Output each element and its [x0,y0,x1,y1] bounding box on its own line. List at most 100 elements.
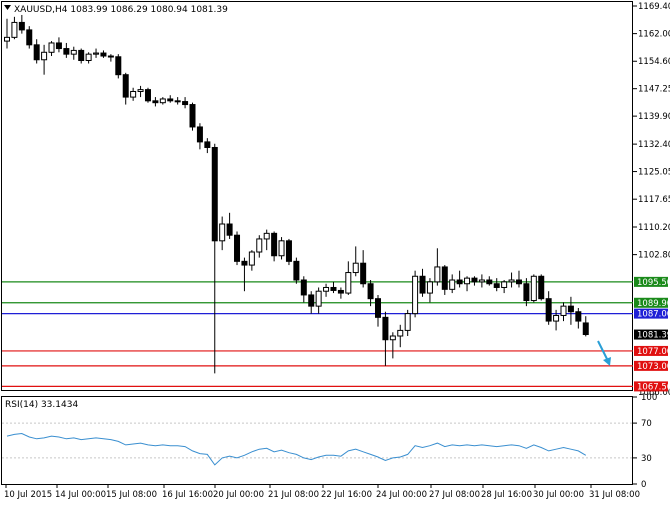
candle[interactable] [70,46,77,60]
candle[interactable] [508,272,515,288]
candle[interactable] [486,276,493,286]
candle[interactable] [285,238,292,266]
candle[interactable] [382,311,389,366]
rsi-layer [2,422,633,466]
candle[interactable] [55,37,62,53]
candle[interactable] [449,274,456,294]
chart-window: 1169.40 1162.00 1154.60 1147.25 1139.90 1132.… [0,0,670,502]
candle[interactable] [493,278,500,292]
candle[interactable] [441,265,448,295]
candle[interactable] [308,291,315,314]
candle[interactable] [196,123,203,150]
time-tick-label: 24 Jul 00:00 [376,490,427,500]
candle[interactable] [412,270,419,318]
level-label: 1067.50 [637,382,670,392]
candle[interactable] [515,270,522,288]
candle[interactable] [144,87,151,103]
level-label: 1073.00 [637,362,670,372]
time-tick-label: 30 Jul 00:00 [533,490,584,500]
candle[interactable] [241,257,248,292]
candle[interactable] [397,324,404,348]
candle[interactable] [263,229,270,251]
candle[interactable] [219,216,226,251]
candle[interactable] [85,52,92,64]
price-tick-label: 1102.80 [638,251,670,261]
candle[interactable] [4,18,10,49]
candle[interactable] [33,39,40,64]
main-panel-frame [1,1,633,391]
candle[interactable] [501,280,508,294]
candle[interactable] [78,48,85,64]
current-price-label: 1081.39 [637,331,670,341]
candle[interactable] [330,281,337,294]
candle[interactable] [530,274,537,303]
triangle-down-icon [4,5,11,10]
price-tick-label: 1162.00 [638,30,670,40]
candle[interactable] [63,42,70,58]
candle[interactable] [315,287,322,314]
candle[interactable] [300,276,307,303]
candle[interactable] [389,332,396,359]
candle[interactable] [182,97,189,109]
candle[interactable] [256,235,263,258]
candle[interactable] [211,143,218,374]
time-tick-label: 15 Jul 08:00 [106,490,157,500]
candle[interactable] [345,261,352,295]
candle[interactable] [26,26,33,49]
candle[interactable] [130,87,137,101]
candle[interactable] [375,294,381,327]
candle[interactable] [107,54,114,62]
candle[interactable] [115,54,122,79]
chart-canvas[interactable]: 1169.40 1162.00 1154.60 1147.25 1139.90 1132.… [0,0,670,502]
candle[interactable] [137,85,144,98]
candle[interactable] [582,316,589,337]
candle[interactable] [323,283,330,297]
candle[interactable] [122,72,129,105]
candle[interactable] [174,97,181,105]
price-tick-label: 1139.90 [638,112,670,122]
time-tick-label: 28 Jul 16:00 [481,490,532,500]
candle[interactable] [464,276,471,292]
candle[interactable] [41,44,48,75]
candle[interactable] [11,16,18,40]
candle[interactable] [404,309,411,337]
candle[interactable] [456,270,463,288]
level-label: 1087.00 [637,310,670,320]
candle[interactable] [538,274,545,301]
candle[interactable] [189,102,196,131]
candle[interactable] [152,97,159,107]
candle[interactable] [293,257,300,284]
candle[interactable] [471,276,478,286]
candle[interactable] [352,246,359,277]
candle[interactable] [159,97,166,105]
candle[interactable] [419,268,426,297]
candle[interactable] [48,41,55,57]
candle[interactable] [478,274,485,288]
candle[interactable] [204,138,211,154]
candle[interactable] [553,309,560,331]
ohlc-values: 1083.99 1086.29 1080.94 1081.39 [70,5,228,15]
candle[interactable] [248,250,255,271]
candle[interactable] [278,237,285,260]
price-axis: 1169.40 1162.00 1154.60 1147.25 1139.90 1132.… [633,2,670,490]
rsi-tick-label: 0 [641,480,646,490]
time-tick-label: 20 Jul 00:00 [213,490,264,500]
candle[interactable] [434,248,441,286]
candle[interactable] [575,308,582,329]
candle[interactable] [545,291,552,325]
candle[interactable] [360,250,367,288]
candle[interactable] [337,287,344,299]
candle[interactable] [18,14,25,34]
candle[interactable] [560,302,567,322]
candle[interactable] [567,296,574,325]
time-tick-label: 10 Jul 2015 [4,490,52,500]
candle[interactable] [234,231,241,266]
candle[interactable] [426,278,433,303]
rsi-line [6,432,587,466]
candle[interactable] [271,231,278,262]
rsi-tick-label: 30 [641,454,652,464]
candle[interactable] [226,212,233,239]
candle[interactable] [100,50,107,58]
candle[interactable] [167,95,174,103]
candle[interactable] [93,48,100,58]
